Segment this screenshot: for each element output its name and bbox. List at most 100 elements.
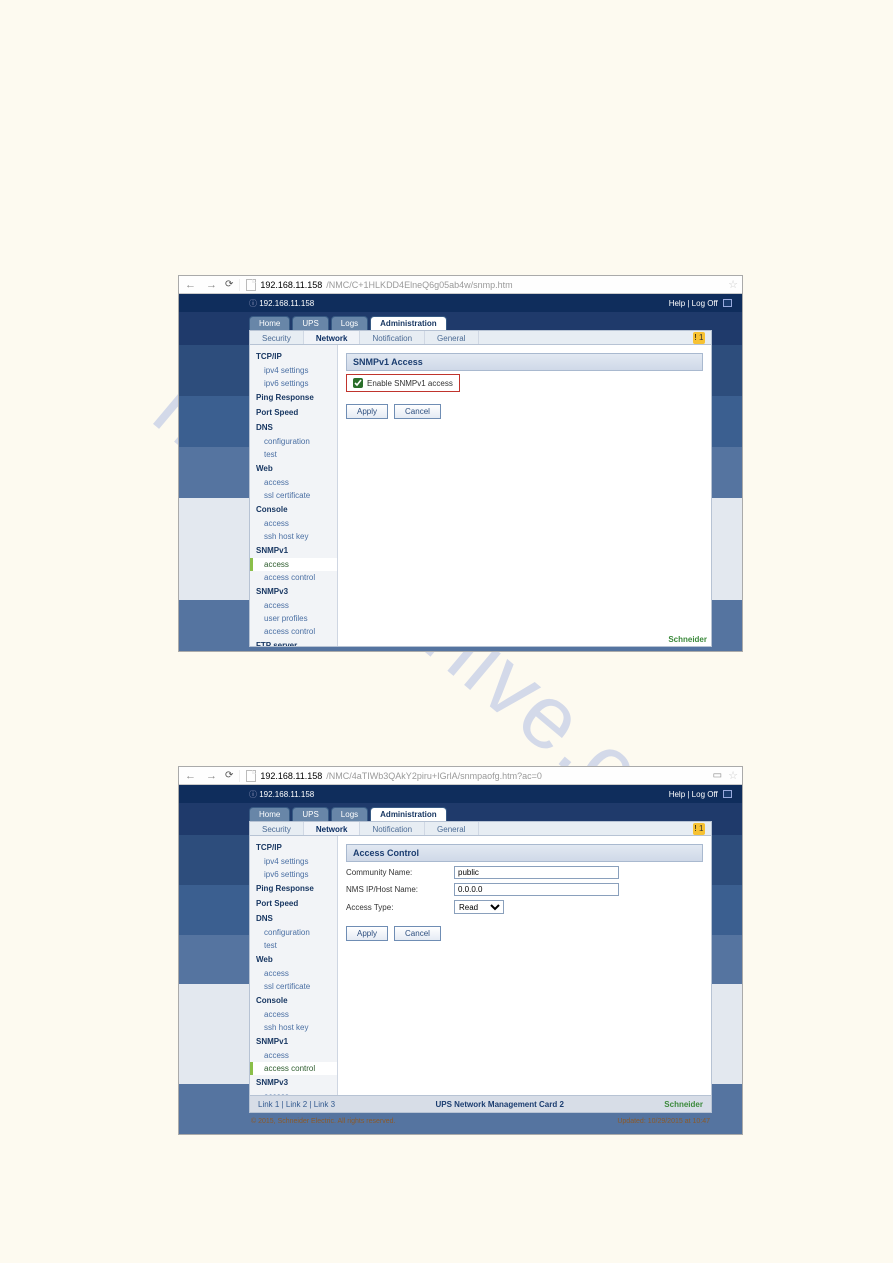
main-panel-2: Access Control Community Name: NMS IP/Ho… bbox=[338, 836, 711, 1095]
main-panel: SNMPv1 Access Enable SNMPv1 access Apply… bbox=[338, 345, 711, 646]
subtab-general[interactable]: General bbox=[425, 331, 478, 344]
sidebar-tcpip-2[interactable]: TCP/IP bbox=[250, 840, 337, 855]
panel-title: SNMPv1 Access bbox=[346, 353, 703, 371]
access-type-label: Access Type: bbox=[346, 903, 446, 912]
sidebar-web[interactable]: Web bbox=[250, 461, 337, 476]
sidebar-ipv6[interactable]: ipv6 settings bbox=[250, 377, 337, 390]
sidebar-snmpv3-profiles[interactable]: user profiles bbox=[250, 612, 337, 625]
subtab-general-2[interactable]: General bbox=[425, 822, 478, 835]
sidebar-console-ssh[interactable]: ssh host key bbox=[250, 530, 337, 543]
sidebar-ipv4[interactable]: ipv4 settings bbox=[250, 364, 337, 377]
tab-administration-2[interactable]: Administration bbox=[370, 807, 446, 821]
sidebar-snmpv3-ac[interactable]: access control bbox=[250, 625, 337, 638]
logoff-link[interactable]: Log Off bbox=[692, 299, 718, 308]
access-type-row: Access Type: Read bbox=[346, 900, 703, 914]
sidebar-snmpv1-ac-2[interactable]: access control bbox=[250, 1062, 337, 1075]
sidebar-ipv6-2[interactable]: ipv6 settings bbox=[250, 868, 337, 881]
tab-ups-2[interactable]: UPS bbox=[292, 807, 328, 821]
logoff-icon[interactable] bbox=[723, 299, 732, 307]
sidebar-console-access-2[interactable]: access bbox=[250, 1008, 337, 1021]
forward-button-2[interactable]: → bbox=[204, 770, 219, 782]
sidebar-console[interactable]: Console bbox=[250, 502, 337, 517]
enable-snmp-checkbox[interactable] bbox=[353, 378, 363, 388]
sidebar-web-access[interactable]: access bbox=[250, 476, 337, 489]
sidebar-ping-2[interactable]: Ping Response bbox=[250, 881, 337, 896]
sidebar-snmpv1[interactable]: SNMPv1 bbox=[250, 543, 337, 558]
screenshot-access-control: ← → ⟳ 192.168.11.158 /NMC/4aTIWb3QAkY2pi… bbox=[178, 766, 743, 1135]
button-row-2: Apply Cancel bbox=[346, 926, 703, 941]
sidebar-portspeed[interactable]: Port Speed bbox=[250, 405, 337, 420]
alert-badge[interactable]: ! bbox=[693, 332, 705, 344]
panel-title-2: Access Control bbox=[346, 844, 703, 862]
sidebar-console-ssh-2[interactable]: ssh host key bbox=[250, 1021, 337, 1034]
bookmark-icon[interactable]: ☆ bbox=[728, 278, 738, 291]
sidebar-snmpv3[interactable]: SNMPv3 bbox=[250, 584, 337, 599]
address-bar-2[interactable]: 192.168.11.158 /NMC/4aTIWb3QAkY2piru+IGr… bbox=[239, 770, 706, 782]
apply-button[interactable]: Apply bbox=[346, 404, 388, 419]
url-path: /NMC/C+1HLKDD4ElneQ6g05ab4w/snmp.htm bbox=[326, 280, 512, 290]
help-link-2[interactable]: Help bbox=[669, 790, 685, 799]
bookmark-icon-2[interactable]: ☆ bbox=[728, 769, 738, 782]
sidebar-portspeed-2[interactable]: Port Speed bbox=[250, 896, 337, 911]
reload-button-2[interactable]: ⟳ bbox=[225, 770, 233, 781]
sidebar-dns-conf-2[interactable]: configuration bbox=[250, 926, 337, 939]
sub-tabs-2: Security Network Notification General ! bbox=[249, 821, 712, 836]
subtab-network-2[interactable]: Network bbox=[304, 822, 361, 835]
tab-home[interactable]: Home bbox=[249, 316, 290, 330]
sidebar-snmpv3-access[interactable]: access bbox=[250, 599, 337, 612]
forward-button[interactable]: → bbox=[204, 279, 219, 291]
reload-button[interactable]: ⟳ bbox=[225, 279, 233, 290]
community-input[interactable] bbox=[454, 866, 619, 879]
translate-icon[interactable]: ▭ bbox=[713, 770, 722, 781]
sidebar-dns[interactable]: DNS bbox=[250, 420, 337, 435]
logoff-link-2[interactable]: Log Off bbox=[692, 790, 718, 799]
sidebar-console-access[interactable]: access bbox=[250, 517, 337, 530]
footer-links[interactable]: Link 1 | Link 2 | Link 3 bbox=[258, 1100, 335, 1109]
tab-logs-2[interactable]: Logs bbox=[331, 807, 368, 821]
button-row: Apply Cancel bbox=[346, 404, 703, 419]
address-bar[interactable]: 192.168.11.158 /NMC/C+1HLKDD4ElneQ6g05ab… bbox=[239, 279, 722, 291]
sidebar-tcpip[interactable]: TCP/IP bbox=[250, 349, 337, 364]
sidebar-dns-test-2[interactable]: test bbox=[250, 939, 337, 952]
sidebar-snmpv3-2[interactable]: SNMPv3 bbox=[250, 1075, 337, 1090]
sidebar-dns-conf[interactable]: configuration bbox=[250, 435, 337, 448]
tab-home-2[interactable]: Home bbox=[249, 807, 290, 821]
tab-administration[interactable]: Administration bbox=[370, 316, 446, 330]
help-link[interactable]: Help bbox=[669, 299, 685, 308]
sidebar-web-access-2[interactable]: access bbox=[250, 967, 337, 980]
sidebar-web-ssl[interactable]: ssl certificate bbox=[250, 489, 337, 502]
sidebar-snmpv3-access-2[interactable]: access bbox=[250, 1090, 337, 1095]
sidebar-dns-test[interactable]: test bbox=[250, 448, 337, 461]
top-info-bar: 192.168.11.158 Help | Log Off bbox=[179, 294, 742, 312]
cancel-button-2[interactable]: Cancel bbox=[394, 926, 441, 941]
sidebar-web-2[interactable]: Web bbox=[250, 952, 337, 967]
sidebar-ipv4-2[interactable]: ipv4 settings bbox=[250, 855, 337, 868]
sidebar-ftp[interactable]: FTP server bbox=[250, 638, 337, 646]
cancel-button[interactable]: Cancel bbox=[394, 404, 441, 419]
subtab-notification[interactable]: Notification bbox=[360, 331, 425, 344]
sidebar-snmpv1-2[interactable]: SNMPv1 bbox=[250, 1034, 337, 1049]
apply-button-2[interactable]: Apply bbox=[346, 926, 388, 941]
sidebar-snmpv1-ac[interactable]: access control bbox=[250, 571, 337, 584]
device-ip-2: 192.168.11.158 bbox=[249, 789, 314, 800]
subtab-notification-2[interactable]: Notification bbox=[360, 822, 425, 835]
access-type-select[interactable]: Read bbox=[454, 900, 504, 914]
subtab-network[interactable]: Network bbox=[304, 331, 361, 344]
subtab-security[interactable]: Security bbox=[250, 331, 304, 344]
back-button[interactable]: ← bbox=[183, 279, 198, 291]
alert-badge-2[interactable]: ! bbox=[693, 823, 705, 835]
tab-logs[interactable]: Logs bbox=[331, 316, 368, 330]
sidebar-ping[interactable]: Ping Response bbox=[250, 390, 337, 405]
nms-input[interactable] bbox=[454, 883, 619, 896]
tab-ups[interactable]: UPS bbox=[292, 316, 328, 330]
back-button-2[interactable]: ← bbox=[183, 770, 198, 782]
sidebar-snmpv1-access-2[interactable]: access bbox=[250, 1049, 337, 1062]
sidebar-console-2[interactable]: Console bbox=[250, 993, 337, 1008]
sidebar-snmpv1-access[interactable]: access bbox=[250, 558, 337, 571]
subtab-security-2[interactable]: Security bbox=[250, 822, 304, 835]
logoff-icon-2[interactable] bbox=[723, 790, 732, 798]
sidebar-web-ssl-2[interactable]: ssl certificate bbox=[250, 980, 337, 993]
top-info-bar-2: 192.168.11.158 Help | Log Off bbox=[179, 785, 742, 803]
sidebar-dns-2[interactable]: DNS bbox=[250, 911, 337, 926]
browser-toolbar: ← → ⟳ 192.168.11.158 /NMC/C+1HLKDD4ElneQ… bbox=[179, 276, 742, 294]
